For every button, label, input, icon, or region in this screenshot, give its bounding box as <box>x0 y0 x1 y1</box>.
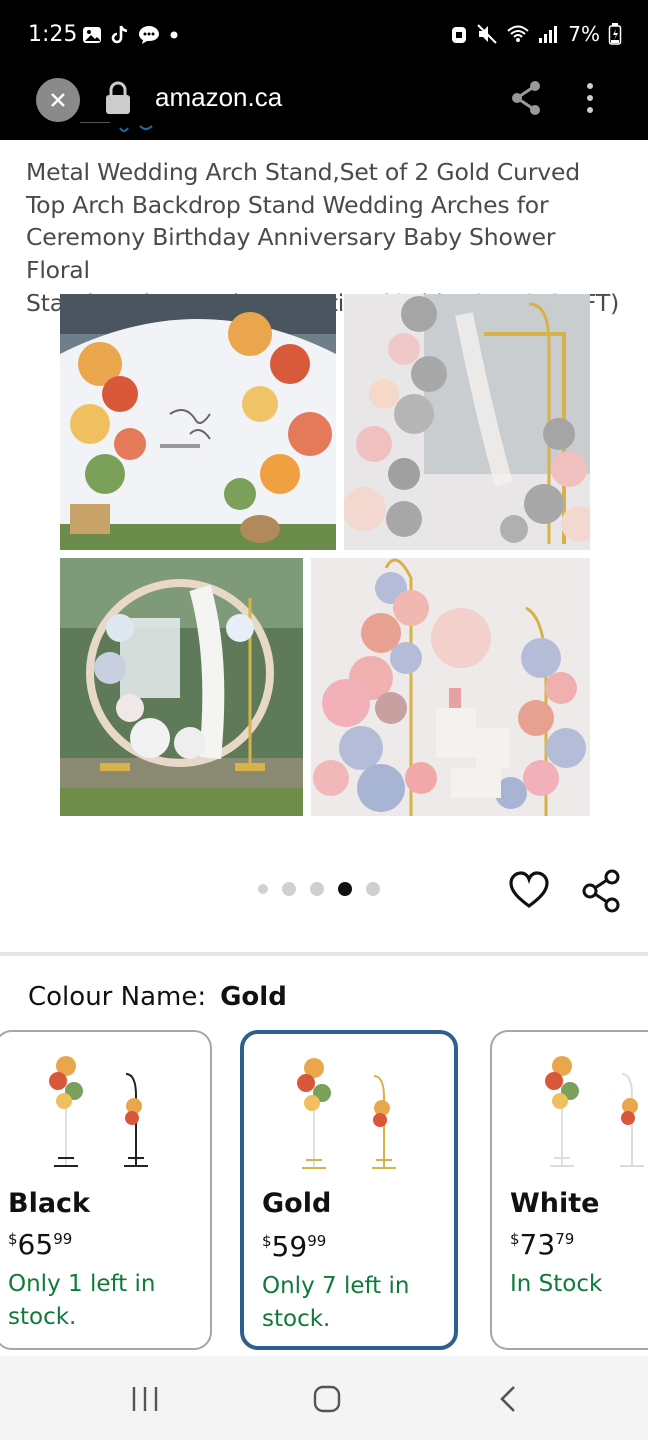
share-product-icon[interactable] <box>580 868 622 914</box>
swatch-name: White <box>510 1188 600 1219</box>
swatch-price: $7379 <box>510 1228 574 1261</box>
gallery-icon <box>83 27 101 43</box>
price-currency: $ <box>510 1230 520 1248</box>
price-fraction: 99 <box>53 1230 73 1248</box>
price-whole: 59 <box>271 1230 308 1263</box>
share-icon[interactable] <box>508 78 544 118</box>
carousel-dot[interactable] <box>258 884 268 894</box>
carousel-dot[interactable] <box>282 882 296 896</box>
carousel-dot[interactable] <box>366 882 380 896</box>
stock-line: Only 1 left in <box>8 1271 156 1297</box>
status-right: 7% <box>450 22 622 46</box>
system-navigation-bar <box>0 1356 648 1440</box>
photo-gray-balloon-arch <box>344 294 590 550</box>
status-bar: 1:25 7% <box>0 0 648 72</box>
wifi-icon <box>507 25 529 42</box>
swatch-gold[interactable]: Gold $5999 Only 7 left in stock. <box>240 1030 458 1350</box>
title-line: Ceremony Birthday Anniversary Baby Showe… <box>26 223 556 285</box>
swatch-white[interactable]: White $7379 In Stock <box>490 1030 648 1350</box>
price-currency: $ <box>8 1230 18 1248</box>
swatch-name: Black <box>8 1188 91 1219</box>
status-time: 1:25 <box>28 22 78 47</box>
swatch-stock: Only 7 left in stock. <box>262 1270 454 1336</box>
swatch-price: $5999 <box>262 1230 326 1263</box>
swatch-image <box>297 1058 396 1169</box>
price-whole: 65 <box>17 1228 54 1261</box>
product-image[interactable] <box>60 294 590 816</box>
close-tab-button[interactable] <box>36 78 80 122</box>
price-currency: $ <box>262 1232 272 1250</box>
stock-line: In Stock <box>510 1271 603 1297</box>
section-divider <box>0 952 648 956</box>
stock-line: stock. <box>8 1304 77 1330</box>
colour-label: Colour Name: <box>28 982 207 1012</box>
stock-line: stock. <box>262 1306 331 1332</box>
mute-icon <box>477 24 497 44</box>
swatch-name: Gold <box>262 1188 332 1219</box>
notification-icons <box>82 24 180 46</box>
chat-icon <box>139 26 159 44</box>
more-notifications-icon <box>170 31 178 39</box>
swatch-image <box>545 1056 644 1167</box>
tiktok-icon <box>111 25 128 44</box>
battery-percent: 7% <box>568 22 600 46</box>
recent-apps-icon[interactable] <box>130 1385 160 1413</box>
price-fraction: 99 <box>307 1232 327 1250</box>
photo-round-arch-garden <box>60 558 303 816</box>
swatch-stock: In Stock <box>510 1268 648 1301</box>
colour-name-row: Colour Name: Gold <box>28 982 287 1012</box>
battery-icon <box>608 23 622 45</box>
image-carousel-dots <box>258 882 380 896</box>
lock-icon <box>106 81 130 114</box>
stock-line: Only 7 left in <box>262 1273 410 1299</box>
back-icon[interactable] <box>496 1384 520 1414</box>
carousel-dot-active[interactable] <box>338 882 352 896</box>
url-text[interactable]: amazon.ca <box>155 82 282 113</box>
close-icon <box>51 93 65 107</box>
carousel-dot[interactable] <box>310 882 324 896</box>
photo-pink-balloon-arch <box>311 558 590 816</box>
swatch-image <box>49 1056 148 1167</box>
photo-floral-backdrop <box>60 294 336 550</box>
colour-value: Gold <box>220 982 287 1012</box>
price-whole: 73 <box>519 1228 556 1261</box>
price-fraction: 79 <box>555 1230 575 1248</box>
more-options-icon[interactable] <box>580 80 600 116</box>
signal-icon <box>539 26 558 43</box>
alarm-icon <box>452 27 467 43</box>
title-line: Metal Wedding Arch Stand,Set of 2 Gold C… <box>26 158 580 186</box>
title-line: Top Arch Backdrop Stand Wedding Arches f… <box>26 190 549 219</box>
wishlist-heart-icon[interactable] <box>508 870 550 912</box>
swatch-stock: Only 1 left in stock. <box>8 1268 208 1334</box>
swatch-price: $6599 <box>8 1228 72 1261</box>
home-icon[interactable] <box>312 1384 342 1414</box>
scrolled-content-fragment <box>80 122 153 132</box>
swatch-black[interactable]: Black $6599 Only 1 left in stock. <box>0 1030 212 1350</box>
